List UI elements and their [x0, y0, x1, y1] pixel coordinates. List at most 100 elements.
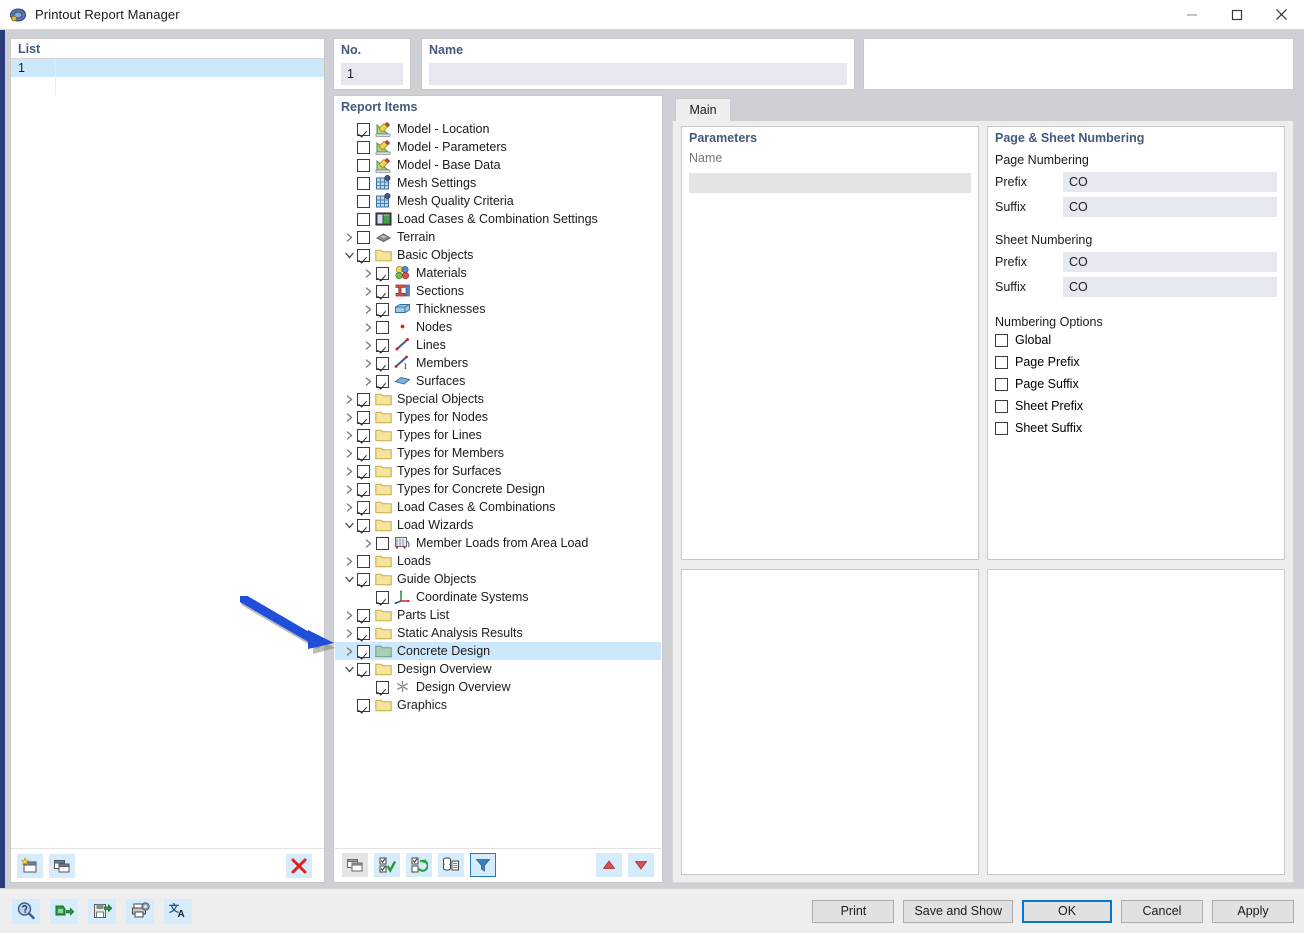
- tree-item[interactable]: Thicknesses: [335, 300, 661, 318]
- chevron-down-icon[interactable]: [341, 516, 357, 534]
- tree-item-checkbox[interactable]: [357, 447, 370, 460]
- parameters-name-input[interactable]: [689, 173, 971, 193]
- tree-item-checkbox[interactable]: [357, 609, 370, 622]
- tree-item-checkbox[interactable]: [357, 483, 370, 496]
- tree-item-checkbox[interactable]: [357, 159, 370, 172]
- tree-item[interactable]: Surfaces: [335, 372, 661, 390]
- tree-item-checkbox[interactable]: [357, 555, 370, 568]
- delete-list-item-button[interactable]: [286, 854, 312, 878]
- tree-item[interactable]: Graphics: [335, 696, 661, 714]
- tree-item-checkbox[interactable]: [357, 231, 370, 244]
- tree-item-checkbox[interactable]: [376, 375, 389, 388]
- numbering-option-checkbox[interactable]: [995, 378, 1008, 391]
- numbering-option-row[interactable]: Page Suffix: [988, 373, 1284, 395]
- numbering-option-row[interactable]: Global: [988, 329, 1284, 351]
- tree-item-checkbox[interactable]: [357, 645, 370, 658]
- chevron-down-icon[interactable]: [341, 660, 357, 678]
- tree-item-checkbox[interactable]: [376, 537, 389, 550]
- tree-item[interactable]: Design Overview: [335, 678, 661, 696]
- language-button[interactable]: 文 A: [164, 899, 192, 924]
- tree-item-checkbox[interactable]: [357, 393, 370, 406]
- tree-item[interactable]: Static Analysis Results: [335, 624, 661, 642]
- tree-item[interactable]: Types for Concrete Design: [335, 480, 661, 498]
- tree-item-checkbox[interactable]: [357, 699, 370, 712]
- tree-item[interactable]: Lines: [335, 336, 661, 354]
- tree-item-checkbox[interactable]: [357, 627, 370, 640]
- chevron-right-icon[interactable]: [341, 228, 357, 246]
- chevron-right-icon[interactable]: [360, 300, 376, 318]
- tree-item[interactable]: Load Cases & Combination Settings: [335, 210, 661, 228]
- chevron-right-icon[interactable]: [360, 264, 376, 282]
- tree-item[interactable]: Nodes: [335, 318, 661, 336]
- tree-item-checkbox[interactable]: [357, 429, 370, 442]
- tree-item[interactable]: Coordinate Systems: [335, 588, 661, 606]
- tree-item[interactable]: Parts List: [335, 606, 661, 624]
- print-button[interactable]: Print: [812, 900, 894, 923]
- sheet-prefix-value[interactable]: CO: [1063, 252, 1277, 272]
- tree-item-checkbox[interactable]: [357, 465, 370, 478]
- chevron-right-icon[interactable]: [360, 354, 376, 372]
- filter-button[interactable]: [470, 853, 496, 877]
- chevron-right-icon[interactable]: [360, 282, 376, 300]
- expand-details-button[interactable]: [438, 853, 464, 877]
- maximize-button[interactable]: [1214, 0, 1259, 30]
- numbering-option-checkbox[interactable]: [995, 334, 1008, 347]
- chevron-right-icon[interactable]: [360, 372, 376, 390]
- list-item[interactable]: [11, 77, 324, 95]
- tree-item[interactable]: Types for Members: [335, 444, 661, 462]
- list-item[interactable]: 1: [11, 59, 324, 77]
- tree-item-checkbox[interactable]: [357, 411, 370, 424]
- tree-item[interactable]: Special Objects: [335, 390, 661, 408]
- apply-button[interactable]: Apply: [1212, 900, 1294, 923]
- tab-main[interactable]: Main: [675, 98, 731, 121]
- ok-button[interactable]: OK: [1022, 900, 1112, 923]
- chevron-right-icon[interactable]: [341, 390, 357, 408]
- tree-item[interactable]: Sections: [335, 282, 661, 300]
- numbering-option-checkbox[interactable]: [995, 356, 1008, 369]
- tree-item[interactable]: Guide Objects: [335, 570, 661, 588]
- chevron-right-icon[interactable]: [341, 498, 357, 516]
- page-prefix-value[interactable]: CO: [1063, 172, 1277, 192]
- tree-item-checkbox[interactable]: [357, 249, 370, 262]
- tree-item-checkbox[interactable]: [357, 501, 370, 514]
- tree-item[interactable]: Mesh Settings: [335, 174, 661, 192]
- tree-item-checkbox[interactable]: [357, 663, 370, 676]
- tree-item-checkbox[interactable]: [376, 681, 389, 694]
- tree-item[interactable]: Types for Nodes: [335, 408, 661, 426]
- list-rows[interactable]: 1: [11, 59, 324, 95]
- tree-item-checkbox[interactable]: [357, 195, 370, 208]
- chevron-right-icon[interactable]: [341, 606, 357, 624]
- tree-item[interactable]: Model - Base Data: [335, 156, 661, 174]
- numbering-option-checkbox[interactable]: [995, 400, 1008, 413]
- page-suffix-value[interactable]: CO: [1063, 197, 1277, 217]
- copy-item-button[interactable]: [342, 853, 368, 877]
- tree-item-checkbox[interactable]: [357, 141, 370, 154]
- tree-item[interactable]: Types for Lines: [335, 426, 661, 444]
- tree-item[interactable]: Types for Surfaces: [335, 462, 661, 480]
- no-input[interactable]: [341, 63, 403, 85]
- tree-item-checkbox[interactable]: [357, 519, 370, 532]
- move-up-button[interactable]: [596, 853, 622, 877]
- tree-item[interactable]: Load Cases & Combinations: [335, 498, 661, 516]
- find-button[interactable]: [12, 899, 40, 924]
- numbering-option-row[interactable]: Sheet Suffix: [988, 417, 1284, 439]
- chevron-down-icon[interactable]: [341, 246, 357, 264]
- report-items-tree[interactable]: Model - LocationModel - ParametersModel …: [335, 120, 661, 848]
- close-button[interactable]: [1259, 0, 1304, 30]
- tree-item-selected[interactable]: Concrete Design: [335, 642, 661, 660]
- move-down-button[interactable]: [628, 853, 654, 877]
- chevron-right-icon[interactable]: [360, 336, 376, 354]
- tree-item-checkbox[interactable]: [376, 357, 389, 370]
- select-all-button[interactable]: [374, 853, 400, 877]
- copy-list-item-button[interactable]: [49, 854, 75, 878]
- tree-item[interactable]: Model - Parameters: [335, 138, 661, 156]
- chevron-down-icon[interactable]: [341, 570, 357, 588]
- chevron-right-icon[interactable]: [341, 444, 357, 462]
- export-button[interactable]: [50, 899, 78, 924]
- tree-item-checkbox[interactable]: [357, 177, 370, 190]
- save-template-button[interactable]: [88, 899, 116, 924]
- chevron-right-icon[interactable]: [360, 534, 376, 552]
- tree-item-checkbox[interactable]: [357, 573, 370, 586]
- numbering-option-row[interactable]: Page Prefix: [988, 351, 1284, 373]
- tree-item-checkbox[interactable]: [376, 321, 389, 334]
